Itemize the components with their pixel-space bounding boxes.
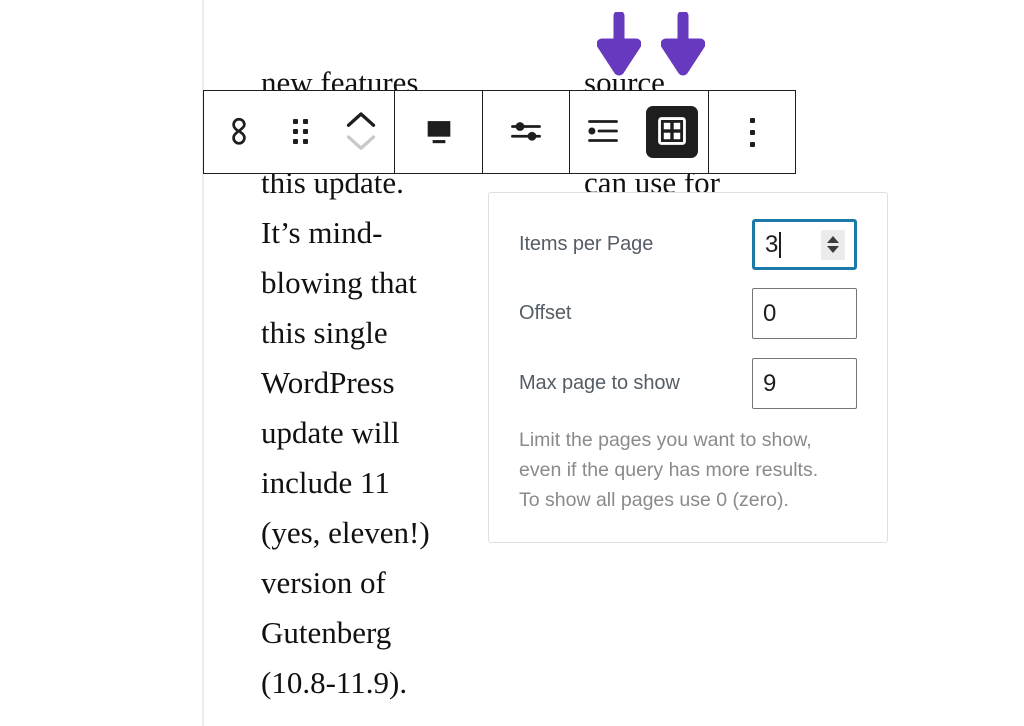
query-pagination-settings-popover: Items per Page 3 Offset 0 Max page to sh… <box>488 192 888 543</box>
drag-handle-icon <box>292 118 310 146</box>
offset-value: 0 <box>763 299 777 327</box>
max-page-help-text: Limit the pages you want to show, even i… <box>519 429 819 511</box>
items-per-page-value: 3 <box>765 230 779 258</box>
toolbar-group-layout <box>570 91 709 173</box>
display-settings-button[interactable] <box>395 91 482 173</box>
arrow-pointing-list-view <box>596 10 642 76</box>
move-block-button[interactable] <box>328 91 394 173</box>
list-view-icon <box>584 112 622 153</box>
items-per-page-label: Items per Page <box>519 233 654 255</box>
toolbar-group-block <box>204 91 395 173</box>
query-loop-block-type-button[interactable] <box>204 91 274 173</box>
stepper-down-icon[interactable] <box>827 246 839 253</box>
offset-input[interactable]: 0 <box>752 288 857 339</box>
stepper-up-icon[interactable] <box>827 236 839 243</box>
items-per-page-stepper[interactable] <box>821 229 845 260</box>
post-content-icon <box>422 114 456 151</box>
max-page-to-show-label: Max page to show <box>519 372 680 394</box>
block-settings-button[interactable] <box>483 91 569 173</box>
block-toolbar <box>203 90 796 174</box>
grid-view-button[interactable] <box>636 91 708 173</box>
chevron-up-icon[interactable] <box>346 110 376 131</box>
query-loop-icon <box>222 114 256 151</box>
grid-view-icon <box>655 114 689 151</box>
max-page-to-show-value: 9 <box>763 369 777 397</box>
text-caret <box>779 231 782 258</box>
items-per-page-input[interactable]: 3 <box>752 219 857 270</box>
move-up-down-icon <box>330 91 392 173</box>
field-offset: Offset 0 <box>519 288 857 339</box>
offset-label: Offset <box>519 302 572 324</box>
more-options-button[interactable] <box>709 91 795 173</box>
list-view-button[interactable] <box>570 91 636 173</box>
toolbar-group-display <box>395 91 483 173</box>
grid-view-active-pill <box>646 106 698 158</box>
arrow-pointing-grid-view <box>660 10 706 76</box>
chevron-down-icon[interactable] <box>346 133 376 154</box>
sliders-icon <box>508 113 544 152</box>
max-page-to-show-input[interactable]: 9 <box>752 358 857 409</box>
vertical-ellipsis-icon <box>749 117 755 147</box>
field-items-per-page: Items per Page 3 <box>519 219 857 270</box>
editor-canvas: new features this update. It’s mind- blo… <box>0 0 1024 726</box>
drag-handle-button[interactable] <box>274 91 328 173</box>
toolbar-group-more <box>709 91 795 173</box>
field-max-page-to-show: Max page to show 9 <box>519 358 857 409</box>
toolbar-group-settings <box>483 91 570 173</box>
